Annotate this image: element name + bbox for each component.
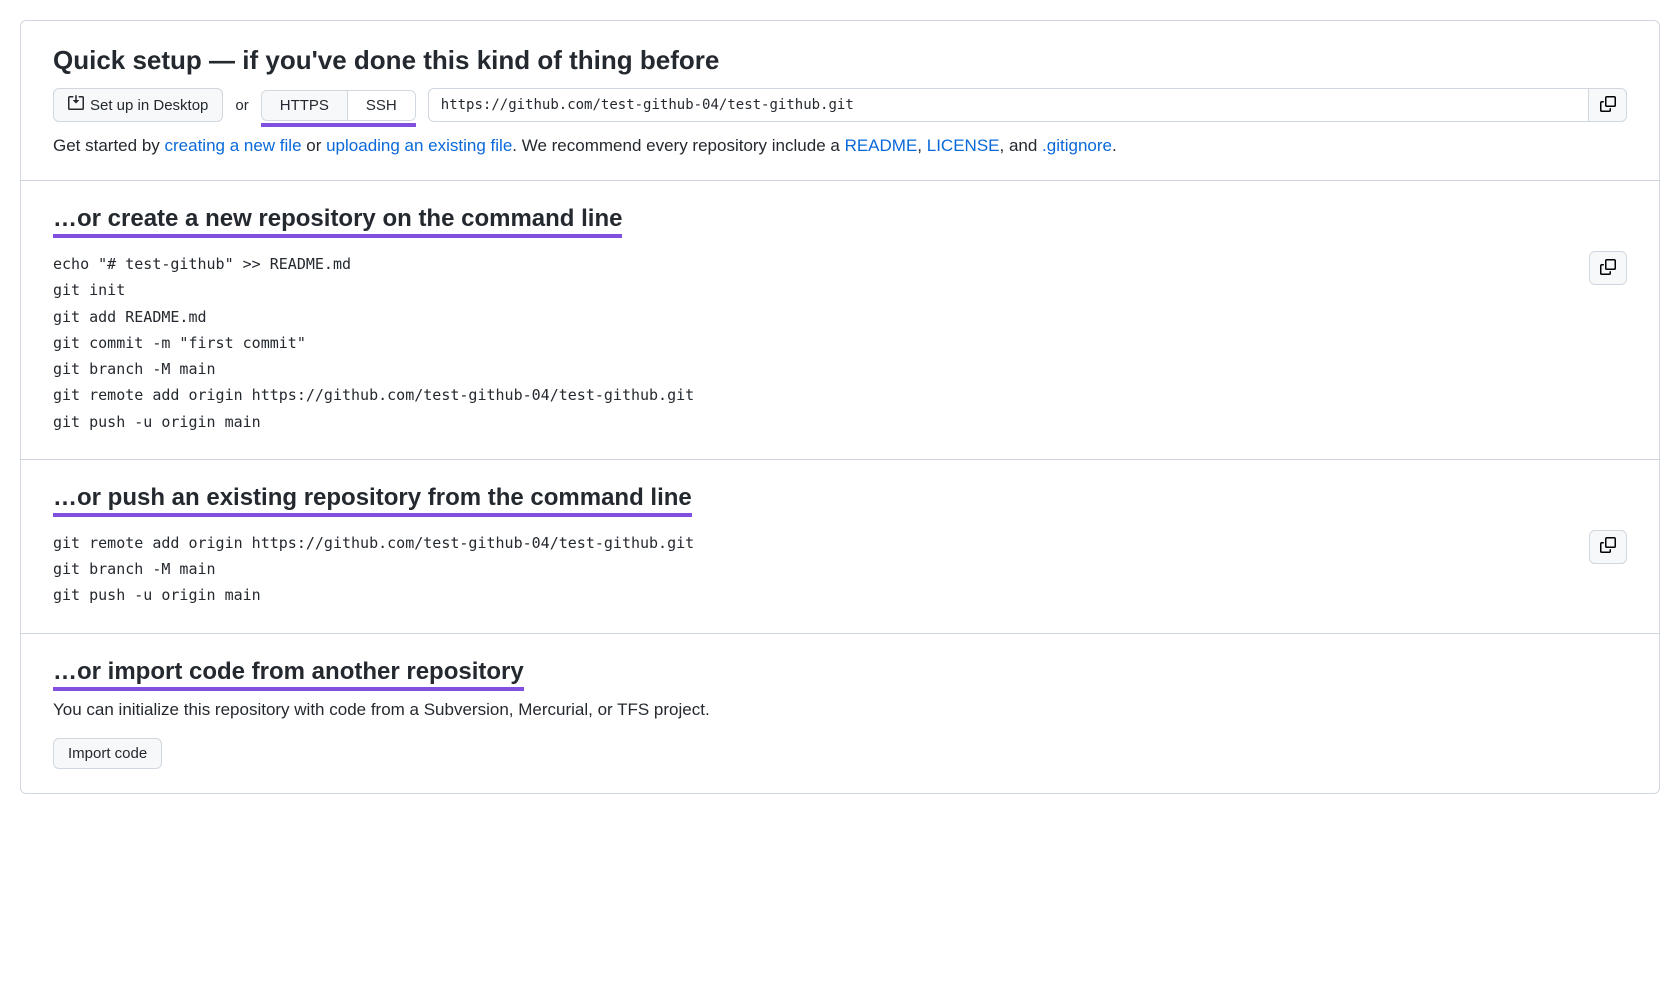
clone-url-group xyxy=(428,88,1627,122)
copy-create-button[interactable] xyxy=(1589,251,1627,285)
quick-setup-title: Quick setup — if you've done this kind o… xyxy=(53,45,1627,76)
gitignore-link[interactable]: .gitignore xyxy=(1042,136,1112,155)
clipboard-icon xyxy=(1600,96,1616,115)
import-section: …or import code from another repository … xyxy=(21,634,1659,793)
clipboard-icon xyxy=(1600,537,1616,556)
push-repo-section: …or push an existing repository from the… xyxy=(21,460,1659,634)
annotation-underline xyxy=(261,123,416,127)
clone-row: Set up in Desktop or HTTPS SSH xyxy=(53,88,1627,122)
quick-setup-section: Quick setup — if you've done this kind o… xyxy=(21,21,1659,181)
import-code-label: Import code xyxy=(68,745,147,762)
license-link[interactable]: LICENSE xyxy=(927,136,1000,155)
push-repo-heading: …or push an existing repository from the… xyxy=(53,484,692,512)
copy-push-button[interactable] xyxy=(1589,530,1627,564)
copy-url-button[interactable] xyxy=(1589,88,1627,122)
protocol-switcher: HTTPS SSH xyxy=(261,90,416,121)
setup-desktop-button[interactable]: Set up in Desktop xyxy=(53,88,223,122)
ssh-tab[interactable]: SSH xyxy=(347,91,415,120)
create-file-link[interactable]: creating a new file xyxy=(165,136,302,155)
desktop-download-icon xyxy=(68,95,84,115)
empty-repo-setup: Quick setup — if you've done this kind o… xyxy=(20,20,1660,794)
setup-desktop-label: Set up in Desktop xyxy=(90,97,208,114)
or-text: or xyxy=(235,97,248,114)
create-code-block[interactable]: echo "# test-github" >> README.md git in… xyxy=(53,251,1627,435)
import-text: You can initialize this repository with … xyxy=(53,700,1627,720)
import-code-button[interactable]: Import code xyxy=(53,738,162,769)
create-repo-heading: …or create a new repository on the comma… xyxy=(53,205,622,233)
quick-help-text: Get started by creating a new file or up… xyxy=(53,136,1627,156)
import-heading: …or import code from another repository xyxy=(53,658,524,686)
create-repo-section: …or create a new repository on the comma… xyxy=(21,181,1659,460)
push-code-block[interactable]: git remote add origin https://github.com… xyxy=(53,530,1627,609)
readme-link[interactable]: README xyxy=(845,136,918,155)
upload-file-link[interactable]: uploading an existing file xyxy=(326,136,512,155)
https-tab[interactable]: HTTPS xyxy=(262,91,347,120)
clipboard-icon xyxy=(1600,259,1616,278)
clone-url-input[interactable] xyxy=(428,88,1589,122)
